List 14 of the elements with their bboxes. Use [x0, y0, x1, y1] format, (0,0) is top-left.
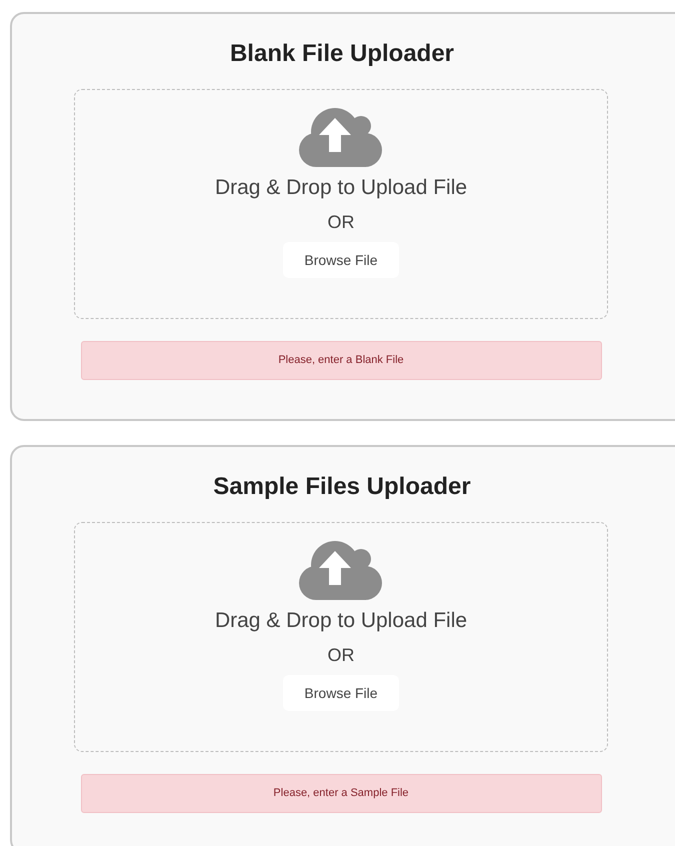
- error-alert: Please, enter a Sample File: [80, 774, 602, 813]
- uploader-title: Blank File Uploader: [230, 39, 454, 69]
- cloud-upload-icon: [299, 539, 383, 601]
- drop-zone[interactable]: Drag & Drop to Upload File OR Browse File: [74, 89, 608, 319]
- uploader-title: Sample Files Uploader: [213, 472, 471, 502]
- drop-text: Drag & Drop to Upload File: [214, 608, 468, 634]
- or-text: OR: [328, 211, 354, 234]
- error-alert: Please, enter a Blank File: [80, 341, 602, 380]
- browse-file-button[interactable]: Browse File: [283, 675, 399, 711]
- drop-zone[interactable]: Drag & Drop to Upload File OR Browse File: [74, 522, 608, 752]
- or-text: OR: [328, 644, 354, 667]
- cloud-upload-icon: [299, 106, 383, 168]
- drop-text: Drag & Drop to Upload File: [214, 175, 468, 201]
- browse-file-button[interactable]: Browse File: [283, 242, 399, 278]
